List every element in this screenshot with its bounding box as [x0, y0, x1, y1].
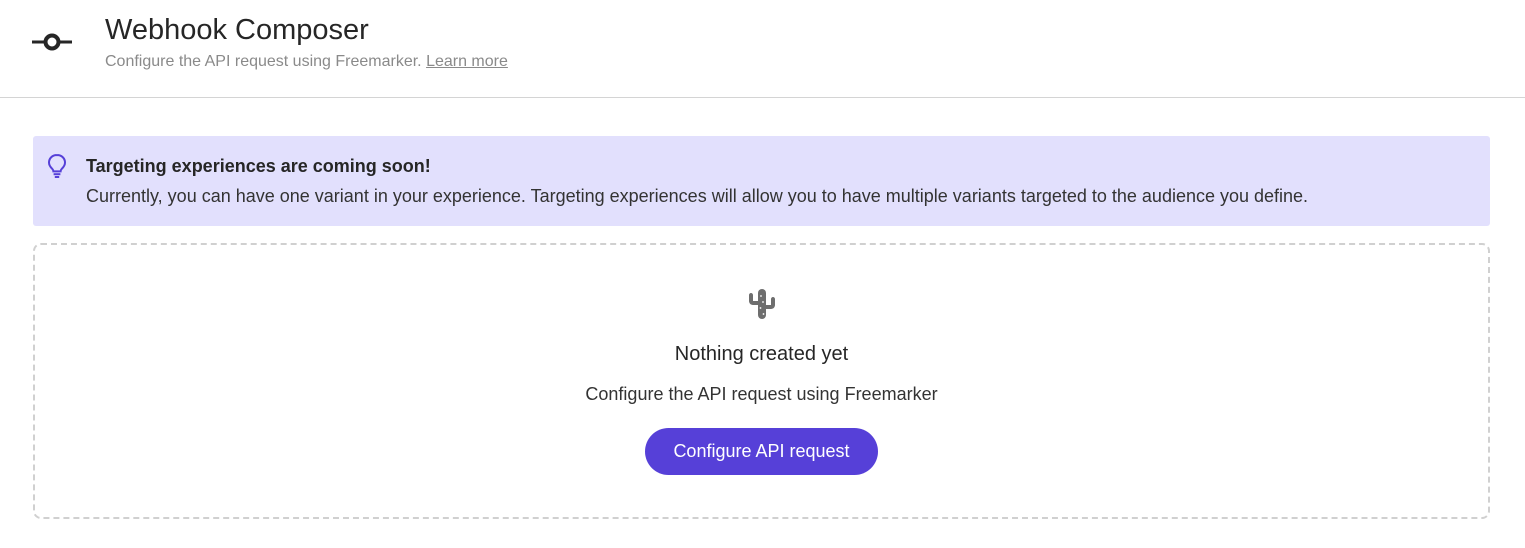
learn-more-link[interactable]: Learn more — [426, 53, 508, 70]
page-title: Webhook Composer — [105, 14, 369, 46]
info-banner: Targeting experiences are coming soon! C… — [33, 136, 1490, 226]
empty-state: Nothing created yet Configure the API re… — [33, 243, 1490, 519]
lightbulb-icon — [47, 153, 67, 179]
cactus-icon — [745, 287, 779, 321]
webhook-icon — [32, 32, 72, 52]
configure-api-request-button[interactable]: Configure API request — [645, 428, 878, 475]
empty-state-title: Nothing created yet — [674, 343, 849, 365]
page-header: Webhook Composer Configure the API reque… — [0, 0, 1525, 98]
page-subtitle: Configure the API request using Freemark… — [105, 53, 508, 71]
page-subtitle-text: Configure the API request using Freemark… — [105, 53, 422, 70]
empty-state-description: Configure the API request using Freemark… — [585, 384, 938, 404]
banner-title: Targeting experiences are coming soon! — [86, 156, 431, 176]
banner-text: Currently, you can have one variant in y… — [86, 186, 1309, 206]
